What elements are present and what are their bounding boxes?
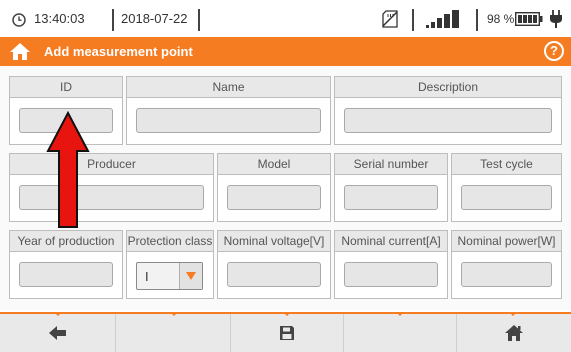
save-button[interactable] <box>231 314 344 352</box>
field-label: ID <box>9 76 123 98</box>
field-label: Year of production <box>9 230 123 252</box>
field-nominal-power: Nominal power[W] <box>451 230 562 299</box>
back-icon <box>48 326 66 340</box>
field-label: Nominal power[W] <box>451 230 562 252</box>
signal-icon <box>426 10 459 28</box>
battery-icon <box>515 12 543 26</box>
dropdown-button[interactable] <box>179 263 202 289</box>
home-icon[interactable] <box>9 42 31 61</box>
field-label: Name <box>126 76 331 98</box>
model-input[interactable] <box>227 185 321 210</box>
help-button[interactable]: ? <box>544 41 564 61</box>
protection-class-value: I <box>145 269 149 284</box>
page-title: Add measurement point <box>44 44 193 59</box>
field-label: Protection class <box>126 230 214 252</box>
test-cycle-input[interactable] <box>461 185 552 210</box>
field-nominal-voltage: Nominal voltage[V] <box>217 230 331 299</box>
field-label: Serial number <box>334 153 448 175</box>
field-label: Nominal voltage[V] <box>217 230 331 252</box>
field-nominal-current: Nominal current[A] <box>334 230 448 299</box>
field-label: Producer <box>9 153 214 175</box>
toolbar-button-empty <box>116 314 231 352</box>
field-label: Test cycle <box>451 153 562 175</box>
field-name: Name <box>126 76 331 145</box>
field-label: Description <box>334 76 562 98</box>
protection-class-select[interactable]: I <box>136 262 203 290</box>
status-date: 2018-07-22 <box>121 11 188 26</box>
field-serial-number: Serial number <box>334 153 448 222</box>
status-separator <box>412 9 414 31</box>
status-time: 13:40:03 <box>34 11 85 26</box>
name-input[interactable] <box>136 108 321 133</box>
field-label: Nominal current[A] <box>334 230 448 252</box>
title-bar: Add measurement point ? <box>0 37 571 66</box>
field-test-cycle: Test cycle <box>451 153 562 222</box>
status-bar: 13:40:03 2018-07-22 98 % <box>0 0 571 37</box>
sd-card-icon <box>382 10 398 28</box>
nominal-voltage-input[interactable] <box>227 262 321 287</box>
toolbar-divider-mark <box>396 312 404 316</box>
field-year-of-production: Year of production <box>9 230 123 299</box>
toolbar-divider-mark <box>283 312 291 316</box>
battery-percent: 98 % <box>487 12 515 26</box>
home-icon <box>505 325 523 341</box>
toolbar-divider-mark <box>509 312 517 316</box>
status-separator <box>476 9 478 31</box>
home-button[interactable] <box>457 314 571 352</box>
toolbar-divider-mark <box>54 312 62 316</box>
plug-icon <box>550 10 562 28</box>
toolbar-divider-mark <box>170 312 178 316</box>
year-of-production-input[interactable] <box>19 262 113 287</box>
chevron-down-icon <box>186 272 196 280</box>
field-label: Model <box>217 153 331 175</box>
bottom-toolbar <box>0 312 571 352</box>
back-button[interactable] <box>0 314 116 352</box>
status-separator <box>112 9 114 31</box>
serial-number-input[interactable] <box>344 185 438 210</box>
status-separator <box>198 9 200 31</box>
field-model: Model <box>217 153 331 222</box>
description-input[interactable] <box>344 108 552 133</box>
toolbar-button-empty <box>344 314 457 352</box>
save-icon <box>280 326 294 340</box>
nominal-power-input[interactable] <box>461 262 552 287</box>
nominal-current-input[interactable] <box>344 262 438 287</box>
clock-icon <box>12 13 26 27</box>
annotation-arrow-icon <box>46 111 90 228</box>
field-protection-class: Protection class I <box>126 230 214 299</box>
field-description: Description <box>334 76 562 145</box>
field-producer: Producer <box>9 153 214 222</box>
